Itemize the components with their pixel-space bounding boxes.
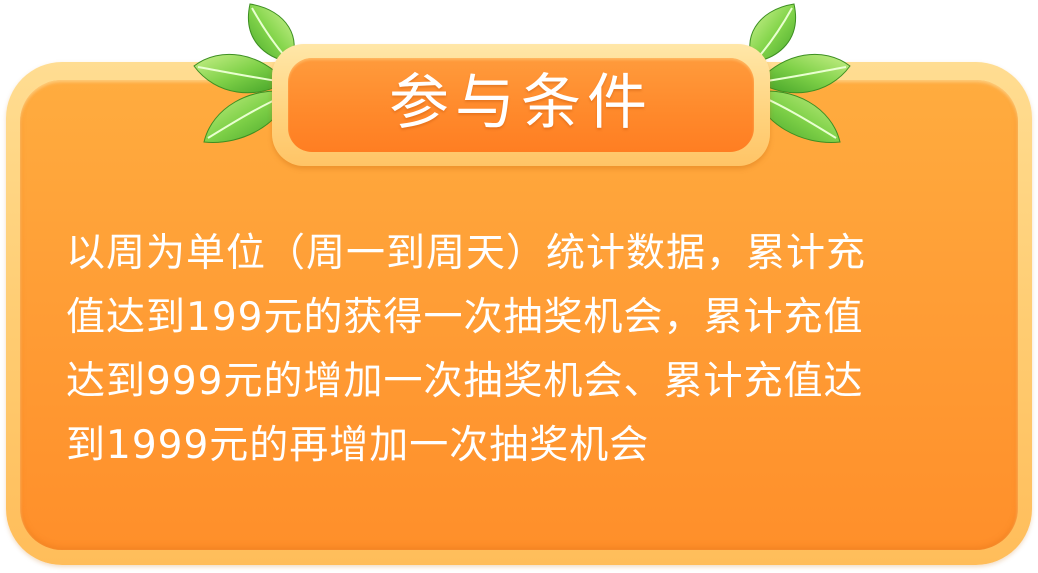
title-badge: 参与条件: [288, 58, 754, 152]
conditions-text: 以周为单位（周一到周天）统计数据，累计充 值达到199元的获得一次抽奖机会，累计…: [66, 222, 976, 478]
conditions-line: 达到999元的增加一次抽奖机会、累计充值达: [66, 359, 864, 404]
participation-conditions-card: 参与条件 以周为单位（周一到周天）统计数据，累计充 值达到199元的获得一次抽奖…: [0, 0, 1038, 573]
conditions-line: 值达到199元的获得一次抽奖机会，累计充值: [66, 295, 864, 340]
conditions-line: 到1999元的再增加一次抽奖机会: [66, 423, 650, 468]
conditions-line: 以周为单位（周一到周天）统计数据，累计充: [66, 231, 867, 276]
card-title: 参与条件: [389, 68, 653, 138]
